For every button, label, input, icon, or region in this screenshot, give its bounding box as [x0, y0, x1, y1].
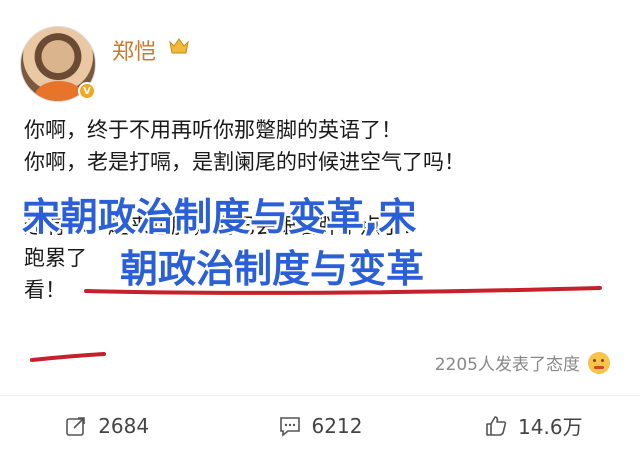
comment-icon — [279, 416, 300, 437]
comment-button[interactable]: 6212 — [213, 396, 426, 455]
overlay-title-line-2: 朝政治制度与变革 — [120, 247, 425, 291]
reactions-text: 2205人发表了态度 — [434, 355, 580, 375]
overlay-title-line-1: 宋朝政治制度与变革,宋 — [22, 195, 417, 239]
verified-badge-icon: V — [78, 82, 96, 100]
crown-icon — [169, 38, 189, 54]
post-line: 你啊，终于不用再听你那蹩脚的英语了！ — [24, 118, 402, 142]
action-bar: 2684 6212 14.6万 — [0, 395, 640, 455]
comment-count: 6212 — [311, 413, 363, 438]
emoji-icon — [588, 351, 610, 374]
share-count: 2684 — [98, 413, 150, 438]
username[interactable]: 郑恺 — [112, 34, 156, 66]
like-button[interactable]: 14.6万 — [427, 396, 640, 455]
like-count: 14.6万 — [518, 415, 583, 439]
post-header: V 郑恺 — [0, 0, 640, 105]
share-icon — [66, 416, 86, 436]
reactions-summary[interactable]: 2205人发表了态度 — [435, 350, 610, 375]
post-line: 你啊，老是打嗝，是割阑尾的时候进空气了吗！ — [24, 150, 465, 174]
share-button[interactable]: 2684 — [0, 396, 213, 455]
like-icon — [486, 415, 507, 436]
